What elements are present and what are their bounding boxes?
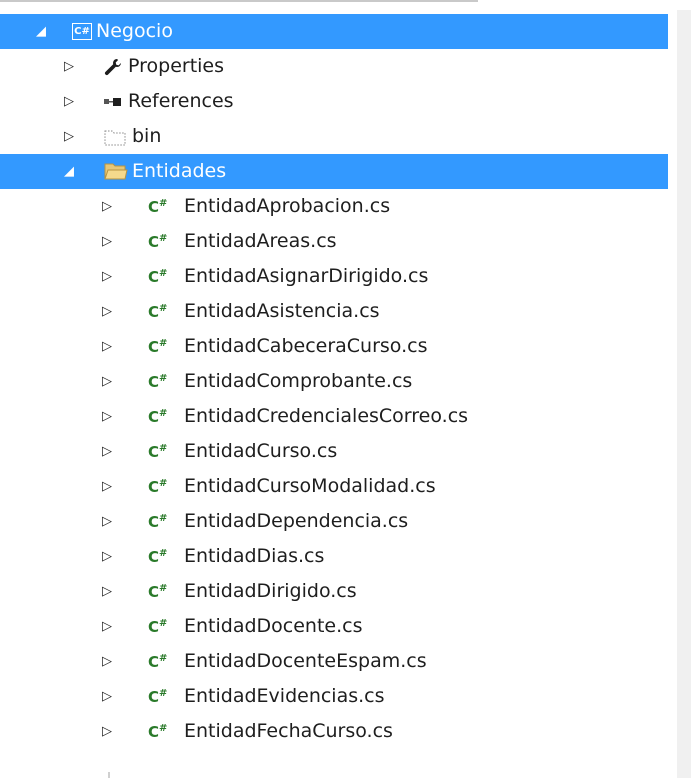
tree-node-bin[interactable]: ▷ bin (0, 119, 668, 154)
collapsed-arrow-icon[interactable]: ▷ (102, 679, 112, 714)
tree-node-file[interactable]: ▷ C# EntidadComprobante.cs (0, 364, 668, 399)
file-name: EntidadComprobante.cs (184, 370, 413, 392)
collapsed-arrow-icon[interactable]: ▷ (102, 714, 112, 749)
collapsed-arrow-icon[interactable]: ▷ (102, 609, 112, 644)
file-name: EntidadAreas.cs (184, 230, 337, 252)
tree-node-file[interactable]: ▷ C# EntidadCurso.cs (0, 434, 668, 469)
tree-node-file[interactable]: ▷ C# EntidadDirigido.cs (0, 574, 668, 609)
csharp-file-icon: C# (148, 337, 168, 356)
collapsed-arrow-icon[interactable]: ▷ (102, 504, 112, 539)
collapsed-arrow-icon[interactable]: ▷ (102, 644, 112, 679)
file-name: EntidadEvidencias.cs (184, 685, 385, 707)
tree-node-label: Entidades (132, 160, 227, 182)
file-name: EntidadAprobacion.cs (184, 195, 391, 217)
tree-node-file[interactable]: ▷ C# EntidadCabeceraCurso.cs (0, 329, 668, 364)
tree-node-file[interactable]: ▷ C# EntidadAsistencia.cs (0, 294, 668, 329)
tree-node-file[interactable]: ▷ C# EntidadAreas.cs (0, 224, 668, 259)
collapsed-arrow-icon[interactable]: ▷ (102, 189, 112, 224)
wrench-icon (104, 49, 122, 84)
references-icon (104, 84, 122, 119)
tree-node-label: Negocio (96, 20, 173, 42)
csharp-file-icon: C# (148, 477, 168, 496)
collapsed-arrow-icon[interactable]: ▷ (102, 469, 112, 504)
file-name: EntidadDocenteEspam.cs (184, 650, 427, 672)
csharp-file-icon: C# (148, 302, 168, 321)
tree-node-file[interactable]: ▷ C# EntidadEvidencias.cs (0, 679, 668, 714)
csharp-file-icon: C# (148, 407, 168, 426)
file-name: EntidadDirigido.cs (184, 580, 357, 602)
tree-node-label: References (128, 90, 234, 112)
vertical-scrollbar[interactable] (677, 10, 691, 778)
csharp-file-icon: C# (148, 442, 168, 461)
file-name: EntidadAsistencia.cs (184, 300, 380, 322)
hidden-folder-icon (104, 119, 126, 154)
partial-next-row (108, 772, 110, 778)
collapsed-arrow-icon[interactable]: ▷ (64, 119, 74, 154)
csharp-file-icon: C# (148, 722, 168, 741)
tree-node-file[interactable]: ▷ C# EntidadAprobacion.cs (0, 189, 668, 224)
file-name: EntidadCredencialesCorreo.cs (184, 405, 469, 427)
collapsed-arrow-icon[interactable]: ▷ (102, 399, 112, 434)
tree-node-file[interactable]: ▷ C# EntidadCredencialesCorreo.cs (0, 399, 668, 434)
collapsed-arrow-icon[interactable]: ▷ (102, 224, 112, 259)
tree-node-references[interactable]: ▷ References (0, 84, 668, 119)
csharp-file-icon: C# (148, 372, 168, 391)
csharp-file-icon: C# (148, 617, 168, 636)
tree-node-file[interactable]: ▷ C# EntidadAsignarDirigido.cs (0, 259, 668, 294)
expanded-arrow-icon[interactable]: ◢ (64, 154, 74, 189)
collapsed-arrow-icon[interactable]: ▷ (102, 294, 112, 329)
tree-node-properties[interactable]: ▷ Properties (0, 49, 668, 84)
top-divider (0, 0, 478, 2)
file-name: EntidadDocente.cs (184, 615, 363, 637)
csharp-project-icon: C# (72, 14, 92, 49)
tree-node-label: bin (132, 125, 162, 147)
folder-open-icon (104, 154, 128, 189)
tree-node-project[interactable]: ◢ C# Negocio (0, 14, 668, 49)
file-name: EntidadFechaCurso.cs (184, 720, 393, 742)
tree-node-file[interactable]: ▷ C# EntidadFechaCurso.cs (0, 714, 668, 749)
csharp-file-icon: C# (148, 547, 168, 566)
csharp-file-icon: C# (148, 687, 168, 706)
collapsed-arrow-icon[interactable]: ▷ (102, 364, 112, 399)
file-name: EntidadCabeceraCurso.cs (184, 335, 428, 357)
csharp-file-icon: C# (148, 197, 168, 216)
tree-node-file[interactable]: ▷ C# EntidadCursoModalidad.cs (0, 469, 668, 504)
file-name: EntidadDias.cs (184, 545, 325, 567)
tree-node-label: Properties (128, 55, 225, 77)
collapsed-arrow-icon[interactable]: ▷ (102, 539, 112, 574)
collapsed-arrow-icon[interactable]: ▷ (64, 84, 74, 119)
collapsed-arrow-icon[interactable]: ▷ (102, 434, 112, 469)
tree-node-file[interactable]: ▷ C# EntidadDocenteEspam.cs (0, 644, 668, 679)
file-name: EntidadDependencia.cs (184, 510, 409, 532)
file-name: EntidadAsignarDirigido.cs (184, 265, 429, 287)
tree-node-file[interactable]: ▷ C# EntidadDocente.cs (0, 609, 668, 644)
solution-explorer-tree: ◢ C# Negocio ▷ Properties ▷ References ▷… (0, 14, 668, 749)
csharp-file-icon: C# (148, 512, 168, 531)
csharp-file-icon: C# (148, 652, 168, 671)
csharp-file-icon: C# (148, 582, 168, 601)
csharp-file-icon: C# (148, 232, 168, 251)
collapsed-arrow-icon[interactable]: ▷ (64, 49, 74, 84)
expanded-arrow-icon[interactable]: ◢ (36, 14, 46, 49)
tree-node-entidades[interactable]: ◢ Entidades (0, 154, 668, 189)
file-name: EntidadCursoModalidad.cs (184, 475, 436, 497)
tree-node-file[interactable]: ▷ C# EntidadDependencia.cs (0, 504, 668, 539)
collapsed-arrow-icon[interactable]: ▷ (102, 259, 112, 294)
file-name: EntidadCurso.cs (184, 440, 338, 462)
collapsed-arrow-icon[interactable]: ▷ (102, 329, 112, 364)
tree-node-file[interactable]: ▷ C# EntidadDias.cs (0, 539, 668, 574)
csharp-file-icon: C# (148, 267, 168, 286)
collapsed-arrow-icon[interactable]: ▷ (102, 574, 112, 609)
